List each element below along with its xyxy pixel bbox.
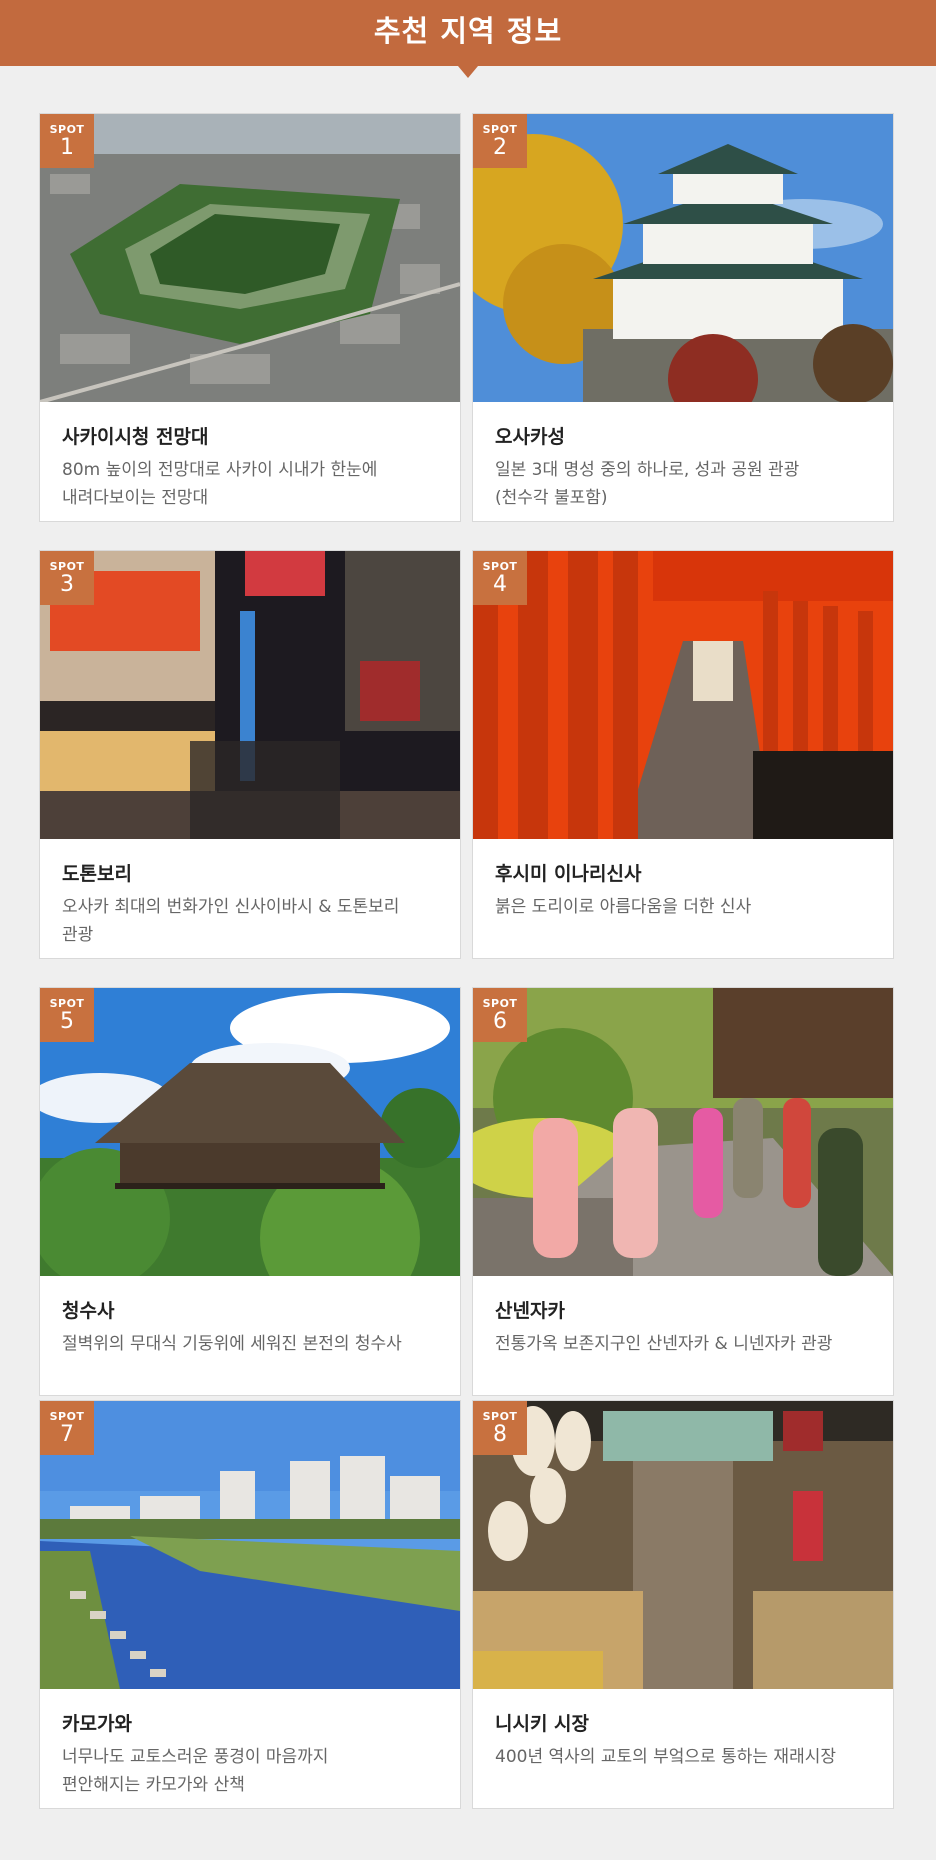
spot-desc-line: 너무나도 교토스러운 풍경이 마음까지 xyxy=(62,1747,329,1767)
spot-badge-number: 1 xyxy=(60,135,74,160)
spot-desc-line: (천수각 불포함) xyxy=(495,488,608,508)
spot-desc-line: 내려다보이는 전망대 xyxy=(62,488,209,508)
spot-card-2[interactable]: SPOT 2 오사카성 일본 3대 명성 중의 하나로, 성과 공원 관광 (천… xyxy=(472,113,894,522)
spot-badge-label: SPOT xyxy=(49,123,85,136)
spot-desc-3: 오사카 최대의 번화가인 신사이바시 & 도톤보리 관광 xyxy=(62,893,447,949)
spot-photo-1 xyxy=(40,114,460,402)
spot-badge-label: SPOT xyxy=(49,1410,85,1423)
spot-badge-3: SPOT 3 xyxy=(40,551,94,605)
spot-badge-label: SPOT xyxy=(49,560,85,573)
spot-badge-label: SPOT xyxy=(482,560,518,573)
spot-badge-label: SPOT xyxy=(482,123,518,136)
spot-photo-8 xyxy=(473,1401,893,1689)
spot-badge-number: 7 xyxy=(60,1422,74,1447)
spot-badge-label: SPOT xyxy=(49,997,85,1010)
spot-desc-5: 절벽위의 무대식 기둥위에 세워진 본전의 청수사 xyxy=(62,1330,447,1358)
page-header: 추천 지역 정보 xyxy=(0,0,936,78)
spot-desc-1: 80m 높이의 전망대로 사카이 시내가 한눈에 내려다보이는 전망대 xyxy=(62,456,447,512)
spot-badge-7: SPOT 7 xyxy=(40,1401,94,1455)
spot-desc-6: 전통가옥 보존지구인 산넨자카 & 니넨자카 관광 xyxy=(495,1330,880,1358)
spot-name-8: 니시키 시장 xyxy=(495,1713,590,1735)
spot-desc-4: 붉은 도리이로 아름다움을 더한 신사 xyxy=(495,893,880,921)
spot-desc-line: 80m 높이의 전망대로 사카이 시내가 한눈에 xyxy=(62,460,378,480)
spot-photo-4 xyxy=(473,551,893,839)
spot-name-3: 도톤보리 xyxy=(62,863,132,885)
spot-card-4[interactable]: SPOT 4 후시미 이나리신사 붉은 도리이로 아름다움을 더한 신사 xyxy=(472,550,894,959)
spot-badge-number: 6 xyxy=(493,1009,507,1034)
spot-name-4: 후시미 이나리신사 xyxy=(495,863,642,885)
spot-photo-2 xyxy=(473,114,893,402)
spot-photo-3 xyxy=(40,551,460,839)
spot-badge-5: SPOT 5 xyxy=(40,988,94,1042)
spot-badge-number: 4 xyxy=(493,572,507,597)
spot-badge-2: SPOT 2 xyxy=(473,114,527,168)
spot-photo-7 xyxy=(40,1401,460,1689)
spot-card-5[interactable]: SPOT 5 청수사 절벽위의 무대식 기둥위에 세워진 본전의 청수사 xyxy=(39,987,461,1396)
spot-card-6[interactable]: SPOT 6 산넨자카 전통가옥 보존지구인 산넨자카 & 니넨자카 관광 xyxy=(472,987,894,1396)
spot-desc-2: 일본 3대 명성 중의 하나로, 성과 공원 관광 (천수각 불포함) xyxy=(495,456,880,512)
spot-desc-line: 일본 3대 명성 중의 하나로, 성과 공원 관광 xyxy=(495,460,800,480)
spot-badge-number: 3 xyxy=(60,572,74,597)
spot-desc-line: 전통가옥 보존지구인 산넨자카 & 니넨자카 관광 xyxy=(495,1334,833,1354)
spot-card-3[interactable]: SPOT 3 도톤보리 오사카 최대의 번화가인 신사이바시 & 도톤보리 관광 xyxy=(39,550,461,959)
spot-desc-line: 붉은 도리이로 아름다움을 더한 신사 xyxy=(495,897,752,917)
spot-badge-label: SPOT xyxy=(482,997,518,1010)
spot-name-7: 카모가와 xyxy=(62,1713,132,1735)
spot-badge-number: 8 xyxy=(493,1422,507,1447)
spot-desc-line: 400년 역사의 교토의 부엌으로 통하는 재래시장 xyxy=(495,1747,836,1767)
spot-desc-line: 오사카 최대의 번화가인 신사이바시 & 도톤보리 xyxy=(62,897,400,917)
spot-photo-5 xyxy=(40,988,460,1276)
spot-card-1[interactable]: SPOT 1 사카이시청 전망대 80m 높이의 전망대로 사카이 시내가 한눈… xyxy=(39,113,461,522)
spot-badge-1: SPOT 1 xyxy=(40,114,94,168)
spot-badge-4: SPOT 4 xyxy=(473,551,527,605)
spot-name-6: 산넨자카 xyxy=(495,1300,565,1322)
spot-name-1: 사카이시청 전망대 xyxy=(62,426,209,448)
spot-badge-number: 5 xyxy=(60,1009,74,1034)
spot-card-7[interactable]: SPOT 7 카모가와 너무나도 교토스러운 풍경이 마음까지 편안해지는 카모… xyxy=(39,1400,461,1809)
spot-name-2: 오사카성 xyxy=(495,426,565,448)
spot-photo-6 xyxy=(473,988,893,1276)
header-pointer xyxy=(458,66,478,78)
spot-card-8[interactable]: SPOT 8 니시키 시장 400년 역사의 교토의 부엌으로 통하는 재래시장 xyxy=(472,1400,894,1809)
spot-desc-7: 너무나도 교토스러운 풍경이 마음까지 편안해지는 카모가와 산책 xyxy=(62,1743,447,1799)
spot-desc-8: 400년 역사의 교토의 부엌으로 통하는 재래시장 xyxy=(495,1743,880,1771)
spot-desc-line: 관광 xyxy=(62,925,94,945)
spot-desc-line: 절벽위의 무대식 기둥위에 세워진 본전의 청수사 xyxy=(62,1334,402,1354)
spot-desc-line: 편안해지는 카모가와 산책 xyxy=(62,1775,245,1795)
page-title: 추천 지역 정보 xyxy=(373,14,563,48)
spot-badge-number: 2 xyxy=(493,135,507,160)
spot-badge-6: SPOT 6 xyxy=(473,988,527,1042)
spot-name-5: 청수사 xyxy=(62,1300,115,1322)
spot-badge-label: SPOT xyxy=(482,1410,518,1423)
spot-badge-8: SPOT 8 xyxy=(473,1401,527,1455)
